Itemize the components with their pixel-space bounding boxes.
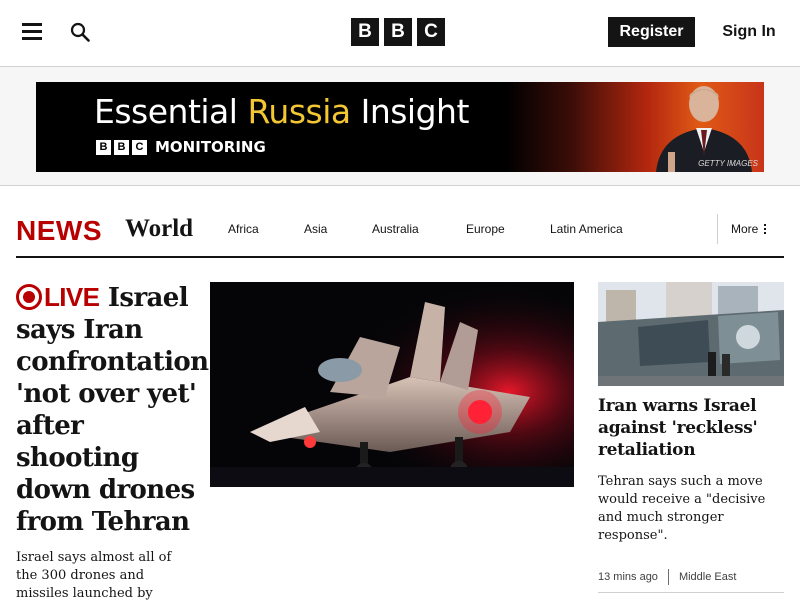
live-label: LIVE: [44, 282, 100, 312]
ad-title: Essential Russia Insight: [94, 92, 469, 131]
live-dot-icon: [16, 284, 42, 310]
category-link[interactable]: Middle East: [679, 571, 736, 583]
ad-zone: Essential Russia Insight B B C MONITORIN…: [0, 67, 800, 186]
logo-letter: B: [351, 18, 379, 46]
nav-item-europe[interactable]: Europe: [466, 222, 505, 236]
ad-title-part: Insight: [350, 92, 470, 131]
ad-title-highlight: Russia: [247, 92, 351, 131]
side-summary: Tehran says such a move would receive a …: [598, 474, 766, 543]
nav-divider: [717, 214, 718, 244]
ad-image-credit: GETTY IMAGES: [698, 159, 758, 168]
site-header: B B C Register Sign In: [0, 0, 800, 67]
divider: [598, 592, 784, 593]
ad-subtitle: MONITORING: [155, 138, 266, 156]
nav-item-latin-america[interactable]: Latin America: [550, 222, 623, 236]
news-logo[interactable]: NEWS: [16, 215, 102, 247]
search-icon[interactable]: [70, 22, 90, 42]
lead-headline-link[interactable]: LIVE Israel says Iran confrontation 'not…: [16, 281, 209, 538]
mini-logo-letter: B: [96, 139, 111, 155]
sign-in-link[interactable]: Sign In: [716, 17, 782, 47]
lead-headline: Israel says Iran confrontation 'not over…: [16, 283, 209, 537]
side-story-image[interactable]: [598, 282, 784, 386]
live-badge: LIVE: [16, 282, 100, 312]
section-nav: NEWS World Africa Asia Australia Europe …: [16, 200, 784, 258]
ad-banner[interactable]: Essential Russia Insight B B C MONITORIN…: [36, 82, 764, 172]
more-label: More: [731, 222, 759, 236]
register-button[interactable]: Register: [608, 17, 695, 47]
meta-divider: [667, 569, 669, 585]
bbc-logo[interactable]: B B C: [351, 18, 445, 46]
ad-monitoring-logo: B B C MONITORING: [96, 138, 266, 156]
hamburger-menu-icon[interactable]: [22, 22, 42, 40]
logo-letter: B: [384, 18, 412, 46]
nav-item-africa[interactable]: Africa: [228, 222, 259, 236]
vertical-dots-icon: [764, 224, 767, 234]
ad-title-part: Essential: [94, 92, 248, 131]
lead-story-image[interactable]: [210, 282, 574, 487]
logo-letter: C: [417, 18, 445, 46]
timestamp: 13 mins ago: [598, 571, 658, 583]
nav-item-australia[interactable]: Australia: [372, 222, 419, 236]
section-title[interactable]: World: [125, 215, 193, 243]
lead-summary: Israel says almost all of the 300 drones…: [16, 550, 172, 600]
mini-logo-letter: C: [132, 139, 147, 155]
side-headline-link[interactable]: Iran warns Israel against 'reckless' ret…: [598, 395, 784, 461]
nav-item-asia[interactable]: Asia: [304, 222, 327, 236]
side-story-meta: 13 mins ago Middle East: [598, 569, 736, 585]
more-menu-button[interactable]: More: [731, 222, 767, 236]
mini-logo-letter: B: [114, 139, 129, 155]
